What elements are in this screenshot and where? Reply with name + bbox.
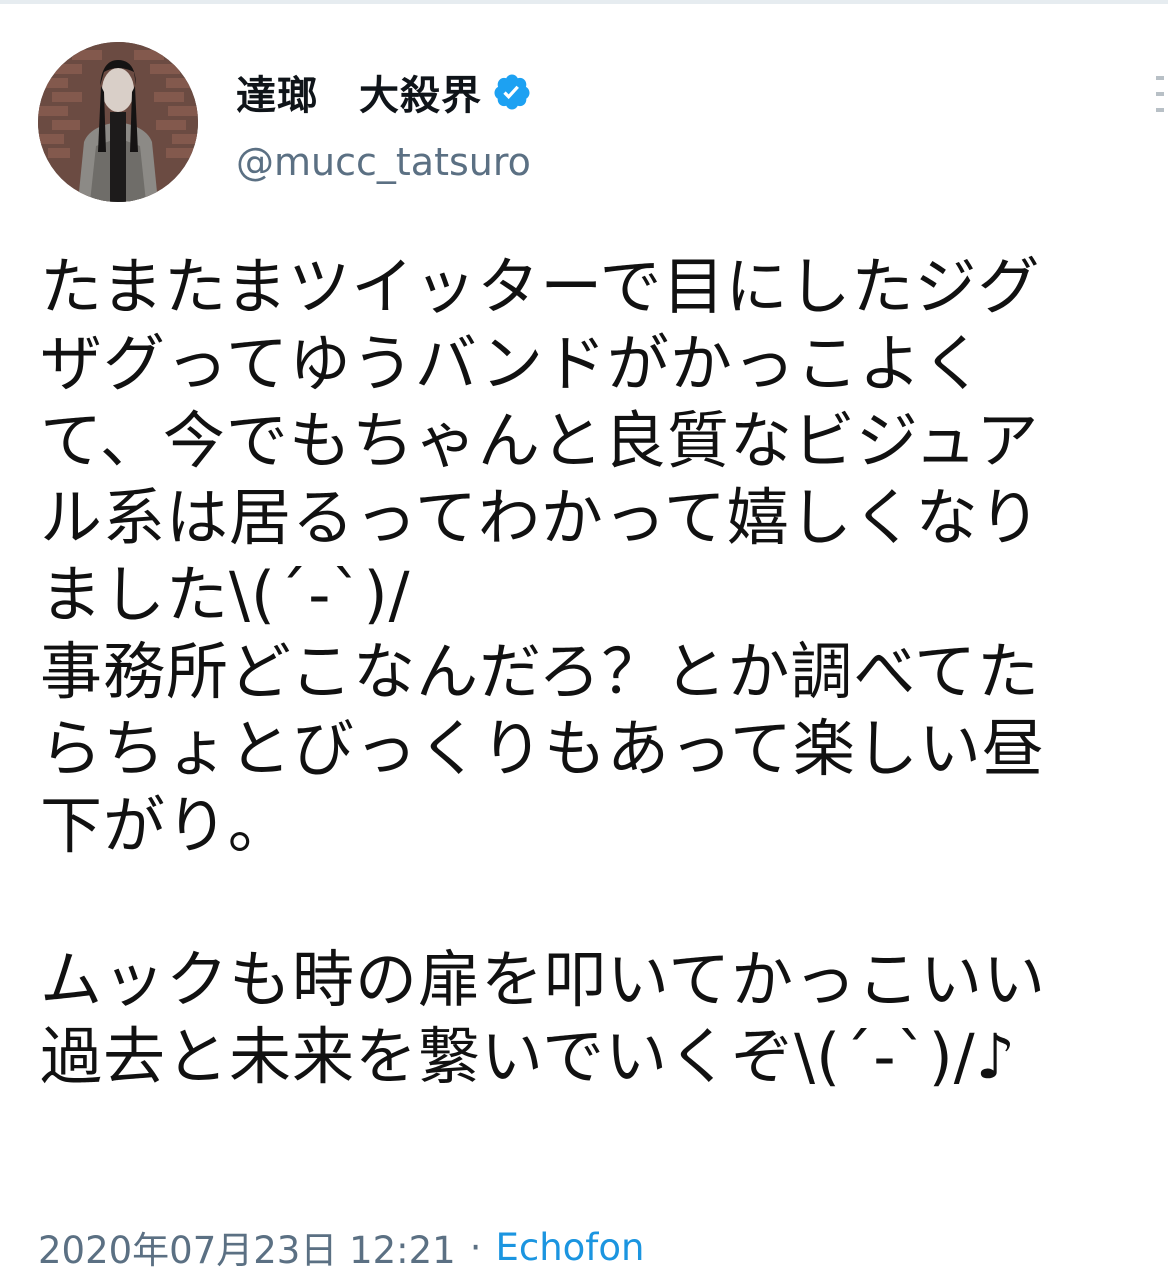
meta-separator: · (469, 1225, 482, 1269)
name-row: 達瑯 大殺界 (236, 64, 532, 120)
top-divider (0, 0, 1168, 4)
tweet-header: 達瑯 大殺界 @mucc_tatsuro (38, 42, 1164, 204)
timestamp[interactable]: 2020年07月23日 12:21 (38, 1220, 456, 1274)
display-name[interactable]: 達瑯 大殺界 (236, 63, 482, 121)
more-options-icon[interactable] (1154, 70, 1166, 130)
avatar-image (38, 42, 198, 202)
avatar[interactable] (38, 42, 198, 202)
source-link[interactable]: Echofon (495, 1226, 644, 1269)
tweet-meta: 2020年07月23日 12:21 · Echofon (38, 1220, 644, 1274)
verified-badge-icon (494, 74, 530, 110)
tweet-text: たまたまツイッターで目にしたジグ ザグってゆうバンドがかっこよく て、今でもちゃ… (40, 250, 1047, 1093)
user-handle[interactable]: @mucc_tatsuro (236, 140, 531, 184)
